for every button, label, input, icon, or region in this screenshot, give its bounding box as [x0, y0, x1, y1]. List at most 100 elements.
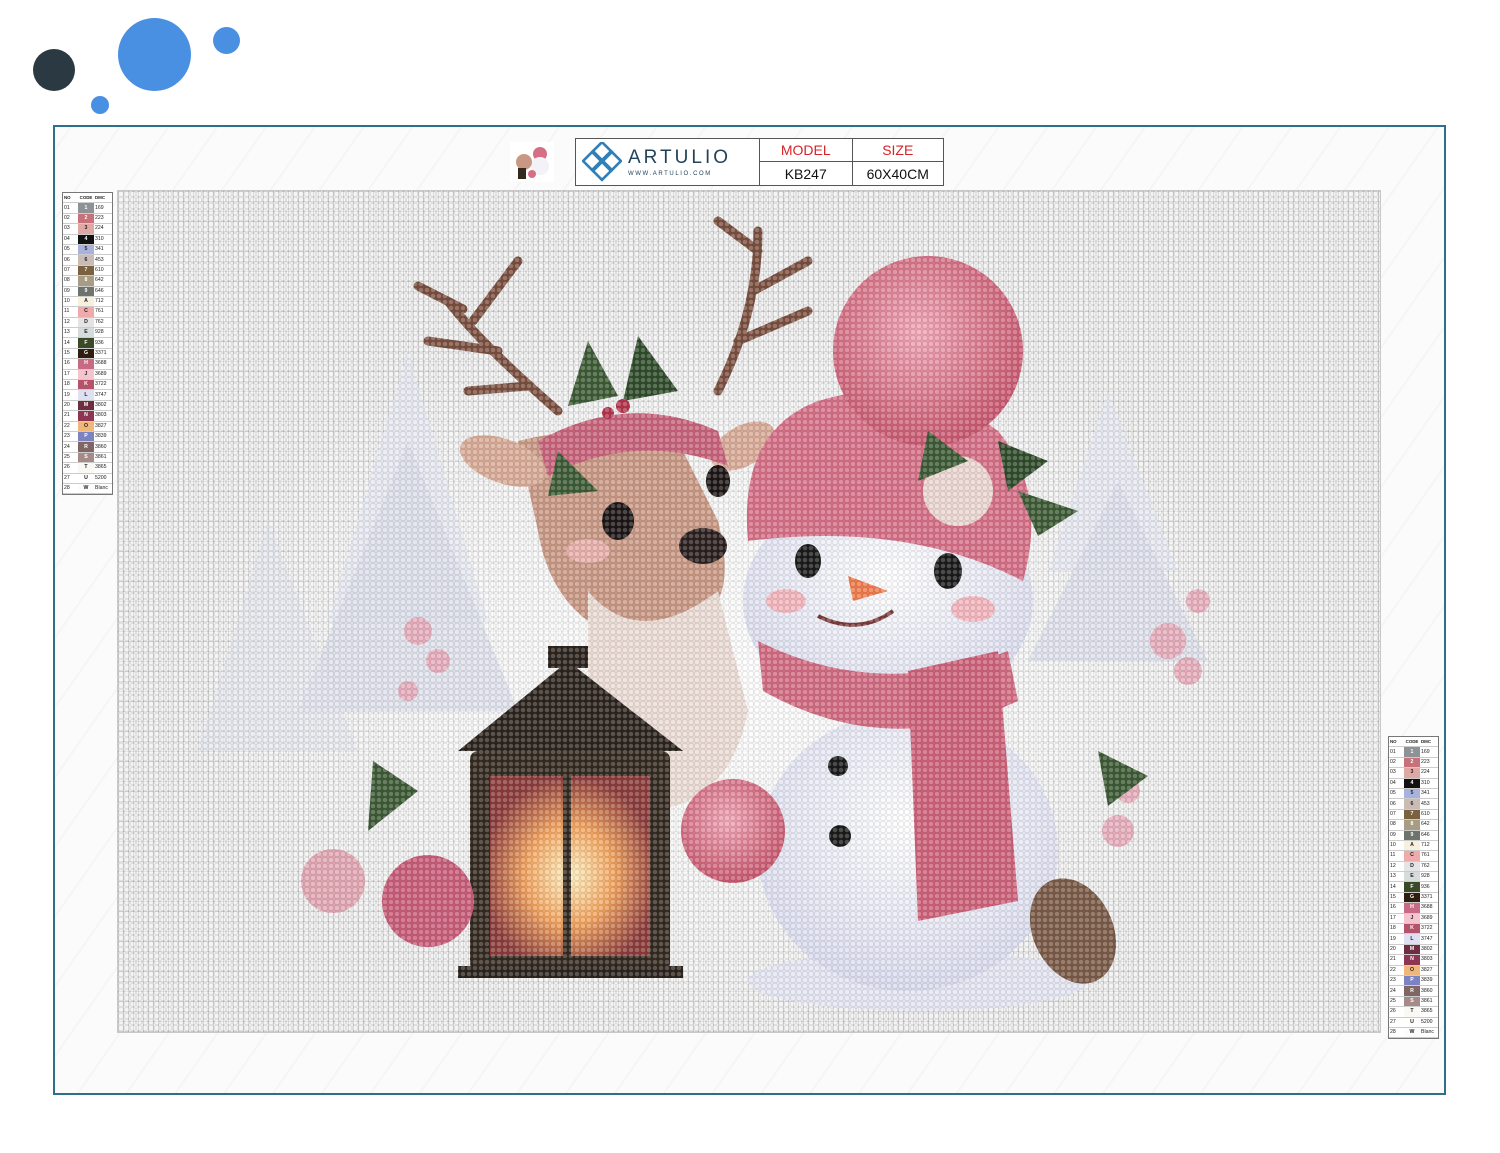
- legend-number: 23: [63, 431, 78, 443]
- legend-swatch-code: C: [78, 306, 94, 318]
- legend-dmc-code: 223: [1420, 757, 1438, 769]
- legend-number: 08: [1389, 819, 1404, 831]
- product-header: ARTULIO WWW.ARTULIO.COM MODEL SIZE KB247…: [575, 138, 944, 186]
- legend-number: 19: [1389, 933, 1404, 945]
- legend-swatch-code: S: [1404, 996, 1420, 1008]
- spec-table: MODEL SIZE KB247 60X40CM: [760, 139, 943, 185]
- legend-header-cell: NO: [1389, 737, 1404, 748]
- legend-dmc-code: 3865: [94, 462, 112, 474]
- legend-number: 14: [1389, 881, 1404, 893]
- legend-number: 01: [63, 202, 78, 214]
- legend-dmc-code: 223: [94, 213, 112, 225]
- legend-row: 19 L 3747: [63, 389, 112, 401]
- legend-row: 09 9 646: [1389, 830, 1438, 841]
- legend-dmc-code: 762: [94, 317, 112, 329]
- legend-row: 24 R 3860: [63, 441, 112, 453]
- legend-dmc-code: 3747: [94, 389, 112, 401]
- legend-swatch-code: S: [78, 452, 94, 464]
- legend-dmc-code: 928: [1420, 871, 1438, 883]
- legend-swatch-code: F: [78, 337, 94, 349]
- legend-swatch-code: C: [1404, 850, 1420, 862]
- size-value: 60X40CM: [851, 162, 944, 185]
- legend-row: 04 4 310: [63, 234, 112, 245]
- legend-swatch-code: K: [78, 379, 94, 391]
- legend-number: 07: [63, 265, 78, 277]
- legend-dmc-code: 712: [94, 296, 112, 308]
- legend-swatch-code: N: [78, 410, 94, 422]
- legend-dmc-code: 762: [1420, 861, 1438, 873]
- brand-logo: ARTULIO WWW.ARTULIO.COM: [576, 139, 760, 185]
- legend-swatch-code: 7: [1404, 809, 1420, 821]
- legend-swatch-code: J: [1404, 913, 1420, 925]
- legend-number: 10: [1389, 840, 1404, 852]
- artulio-logo-icon: [582, 142, 622, 182]
- legend-swatch-code: 4: [1404, 778, 1420, 789]
- legend-row: 28 W Blanc: [63, 483, 112, 495]
- legend-dmc-code: 3371: [1420, 892, 1438, 904]
- legend-row: 25 S 3861: [63, 452, 112, 464]
- legend-number: 13: [1389, 871, 1404, 883]
- legend-number: 26: [1389, 1006, 1404, 1018]
- legend-header-cell: NO: [63, 193, 78, 204]
- legend-row: 22 O 3827: [63, 421, 112, 433]
- legend-row: 02 2 223: [1389, 757, 1438, 769]
- legend-row: 08 8 642: [63, 275, 112, 287]
- legend-number: 26: [63, 462, 78, 474]
- legend-dmc-code: 936: [94, 337, 112, 349]
- legend-number: 07: [1389, 809, 1404, 821]
- legend-row: 03 3 224: [63, 223, 112, 235]
- model-value: KB247: [784, 165, 827, 182]
- legend-number: 09: [1389, 830, 1404, 841]
- legend-swatch-code: U: [78, 473, 94, 484]
- legend-swatch-code: W: [1404, 1027, 1420, 1039]
- legend-row: 01 1 169: [63, 202, 112, 214]
- legend-dmc-code: 712: [1420, 840, 1438, 852]
- legend-dmc-code: 3861: [94, 452, 112, 464]
- legend-dmc-code: 3839: [94, 431, 112, 443]
- legend-dmc-code: 642: [1420, 819, 1438, 831]
- legend-swatch-code: D: [1404, 861, 1420, 873]
- legend-row: 02 2 223: [63, 213, 112, 225]
- legend-swatch-code: R: [1404, 985, 1420, 997]
- legend-number: 12: [1389, 861, 1404, 873]
- legend-dmc-code: 3803: [94, 410, 112, 422]
- legend-swatch-code: W: [78, 483, 94, 495]
- legend-swatch-code: H: [1404, 902, 1420, 914]
- legend-row: 28 W Blanc: [1389, 1027, 1438, 1039]
- legend-row: 14 F 936: [1389, 881, 1438, 893]
- legend-row: 03 3 224: [1389, 767, 1438, 779]
- legend-swatch-code: G: [1404, 892, 1420, 904]
- legend-swatch-code: A: [78, 296, 94, 308]
- decorative-dot-small-blue: [213, 27, 240, 54]
- legend-header-cell: CODE: [78, 193, 94, 204]
- legend-swatch-code: O: [78, 421, 94, 433]
- legend-row: 15 G 3371: [1389, 892, 1438, 904]
- legend-dmc-code: 3827: [94, 421, 112, 433]
- legend-row: 16 H 3688: [63, 358, 112, 370]
- decorative-dot-large-blue: [118, 18, 191, 91]
- legend-swatch-code: 9: [1404, 830, 1420, 841]
- legend-dmc-code: 3839: [1420, 975, 1438, 987]
- legend-row: 17 J 3689: [63, 369, 112, 381]
- legend-dmc-code: 646: [94, 286, 112, 297]
- diamond-painting-artwork: [118, 191, 1380, 1032]
- legend-dmc-code: 3802: [1420, 944, 1438, 956]
- legend-row: 13 E 928: [63, 327, 112, 339]
- legend-number: 18: [1389, 923, 1404, 935]
- legend-row: 09 9 646: [63, 286, 112, 297]
- color-legend-right: NO CODE DMC 01 1 169 02 2 223 03 3 224 04 4 310 05 5 341 0…: [1388, 736, 1439, 1040]
- legend-swatch-code: 2: [78, 213, 94, 225]
- legend-number: 03: [1389, 767, 1404, 779]
- legend-dmc-code: 928: [94, 327, 112, 339]
- legend-row: 13 E 928: [1389, 871, 1438, 883]
- legend-dmc-code: 761: [1420, 850, 1438, 862]
- legend-dmc-code: 936: [1420, 881, 1438, 893]
- pattern-canvas: [117, 190, 1381, 1033]
- legend-number: 17: [63, 369, 78, 381]
- legend-dmc-code: 5200: [94, 473, 112, 484]
- legend-number: 09: [63, 286, 78, 297]
- legend-row: 25 S 3861: [1389, 996, 1438, 1008]
- legend-swatch-code: T: [1404, 1006, 1420, 1018]
- legend-number: 22: [63, 421, 78, 433]
- legend-number: 20: [1389, 944, 1404, 956]
